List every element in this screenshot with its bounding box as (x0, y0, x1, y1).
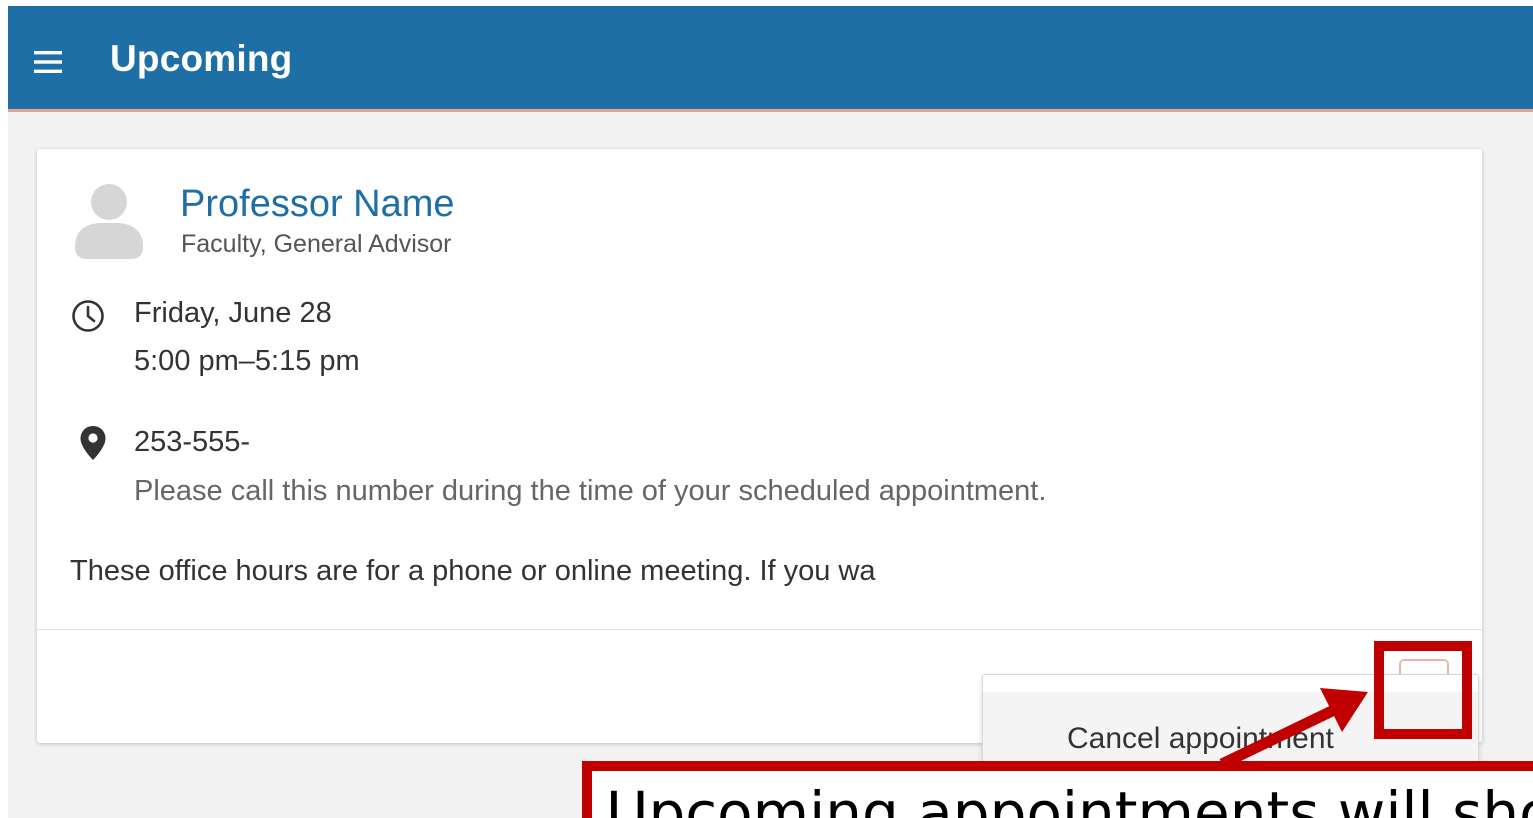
location-phone: 253-555- (134, 426, 251, 458)
appointment-date: Friday, June 28 (134, 297, 332, 329)
appointment-notes: These office hours are for a phone or on… (70, 555, 876, 587)
map-pin-icon (80, 426, 106, 460)
card-divider (37, 629, 1482, 630)
app-bar: Upcoming (8, 6, 1533, 112)
hamburger-menu-icon[interactable] (34, 51, 62, 73)
appointment-card: Professor Name Faculty, General Advisor … (37, 149, 1482, 807)
location-note: Please call this number during the time … (134, 475, 1047, 507)
clock-icon (72, 300, 104, 332)
appointment-time: 5:00 pm–5:15 pm (134, 345, 360, 377)
advisor-name-link[interactable]: Professor Name (180, 183, 455, 226)
app-frame: Upcoming Professor Name Faculty, General… (8, 6, 1533, 818)
advisor-role: Faculty, General Advisor (181, 230, 452, 258)
callout-text: Upcoming appointments will sho (606, 779, 1533, 818)
person-avatar-icon (75, 184, 143, 259)
page-title: Upcoming (110, 38, 293, 79)
annotation-callout: Upcoming appointments will sho (582, 761, 1533, 818)
annotation-highlight-box (1374, 641, 1472, 739)
menu-item-label: Cancel appointment (1067, 722, 1334, 755)
